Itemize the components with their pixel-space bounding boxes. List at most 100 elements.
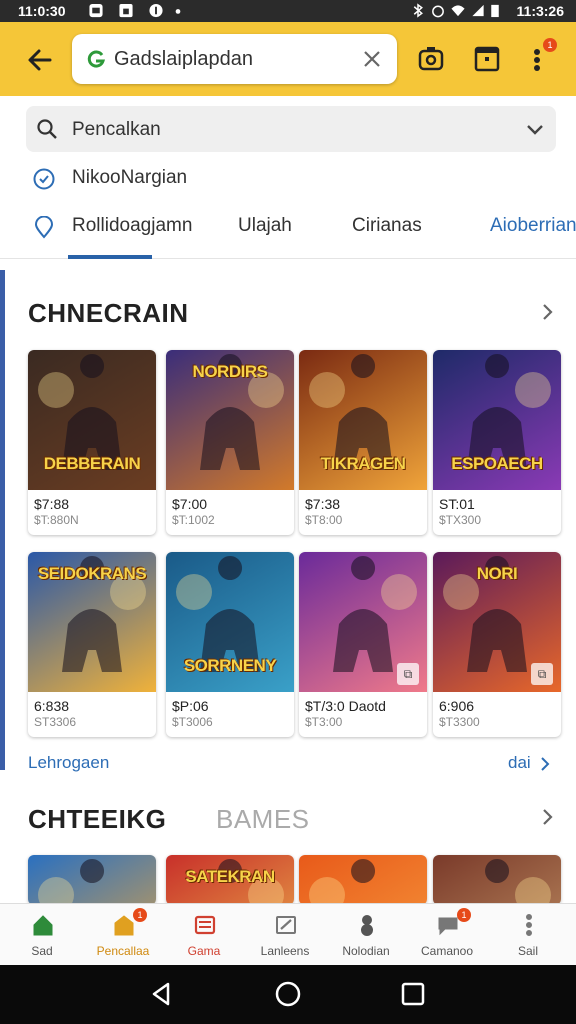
game-card[interactable]: TIKRAGEN $7:38 $T8:00 xyxy=(299,350,427,535)
back-icon[interactable] xyxy=(146,979,176,1009)
see-more-link[interactable]: Lehrogaen xyxy=(28,753,109,773)
game-card[interactable]: SORRNENY $P:06 $T3006 xyxy=(166,552,294,737)
game-cover-art: SORRNENY xyxy=(166,552,294,692)
game-cover-art: DEBBERAIN xyxy=(28,350,156,490)
nav-badge: 1 xyxy=(133,908,147,922)
game-card[interactable]: NANBECK xyxy=(299,855,427,905)
chevron-right-icon[interactable] xyxy=(536,806,558,828)
nav-item-lanleens[interactable]: Lanleens xyxy=(245,904,325,966)
gallery-icon: ⧉ xyxy=(397,663,419,685)
game-card[interactable]: NORI 6:906 $T3300 ⧉ xyxy=(433,552,561,737)
game-price: $7:00 xyxy=(172,496,208,512)
search-field[interactable]: Pencalkan xyxy=(26,106,556,152)
search-text: Pencalkan xyxy=(72,119,161,140)
close-icon[interactable] xyxy=(361,48,383,70)
game-cover-art xyxy=(433,855,561,905)
chevron-right-icon[interactable] xyxy=(538,755,552,773)
history-icon xyxy=(33,168,55,190)
game-price: 6:906 xyxy=(439,698,475,714)
home-icon xyxy=(33,915,53,936)
nav-label: Camanoo xyxy=(420,944,474,958)
game-price: 6:838 xyxy=(34,698,70,714)
nav-label: Pencallaa xyxy=(96,944,150,958)
game-card[interactable]: NORDIRS $7:00 $T:1002 xyxy=(166,350,294,535)
nav-item-gama[interactable]: Gama xyxy=(164,904,244,966)
chevron-right-icon[interactable] xyxy=(536,301,558,323)
notification-badge: 1 xyxy=(543,38,557,52)
game-subtitle: $T3300 xyxy=(439,715,480,729)
location-icon xyxy=(34,216,54,239)
section-subtitle: BAMES xyxy=(216,804,310,834)
tab-ulajah[interactable]: Ulajah xyxy=(238,215,292,237)
home-button-icon[interactable] xyxy=(273,979,303,1009)
category-tabs: Rollidoagjamn Ulajah Cirianas Aioberrian xyxy=(0,205,576,259)
tab-rollidoagjamn[interactable]: Rollidoagjamn xyxy=(72,215,192,237)
game-price: $P:06 xyxy=(172,698,209,714)
nav-label: Lanleens xyxy=(260,944,310,958)
character-figure xyxy=(309,859,376,905)
game-cover-art: SEIDOKRANS xyxy=(28,552,156,692)
nav-item-sad[interactable]: Sad xyxy=(2,904,82,966)
nav-item-camanoo[interactable]: Camanoo 1 xyxy=(407,904,487,966)
notification-icon xyxy=(89,3,103,18)
game-subtitle: $T3:00 xyxy=(305,715,343,729)
figure-icon xyxy=(361,915,373,936)
url-bar[interactable]: Gadslaiplapdan xyxy=(72,34,397,84)
game-card[interactable]: ESPOAECH ST:01 $TX300 xyxy=(433,350,561,535)
nav-label: Sad xyxy=(31,944,53,958)
game-cover-title: ESPOAECH xyxy=(451,454,543,473)
next-link[interactable]: dai xyxy=(508,753,531,773)
nav-label: Sail xyxy=(517,944,538,958)
game-subtitle: $T8:00 xyxy=(305,513,343,527)
game-card[interactable]: ANAKEIN xyxy=(28,855,156,905)
game-subtitle: ST3306 xyxy=(34,715,77,729)
game-card[interactable]: $T/3:0 Daotd $T3:00 ⧉ xyxy=(299,552,427,737)
nav-item-sail[interactable]: Sail xyxy=(488,904,568,966)
game-card[interactable] xyxy=(433,855,561,905)
recent-item-label: NikooNargian xyxy=(72,167,188,188)
active-tab-indicator xyxy=(68,255,152,259)
dot-icon xyxy=(175,9,181,14)
edit-icon xyxy=(276,916,296,934)
back-arrow-icon[interactable] xyxy=(22,42,58,78)
game-card[interactable]: DEBBERAIN $7:88 $T:880N xyxy=(28,350,156,535)
game-cover-title: DEBBERAIN xyxy=(43,454,141,473)
status-time: 11:0:30 xyxy=(18,3,66,19)
camera-icon[interactable] xyxy=(416,44,446,74)
game-subtitle: $TX300 xyxy=(439,513,482,527)
info-icon xyxy=(149,3,163,18)
nav-item-pencallaa[interactable]: Pencallaa 1 xyxy=(83,904,163,966)
url-text: Gadslaiplapdan xyxy=(114,48,253,70)
game-cover-art: SATEKRAN xyxy=(166,855,294,905)
game-price: $7:88 xyxy=(34,496,70,512)
top-app-bar: Gadslaiplapdan 1 xyxy=(0,22,576,96)
left-accent-bar xyxy=(0,270,5,770)
game-price: $T/3:0 Daotd xyxy=(305,698,386,714)
games-icon xyxy=(194,915,216,935)
game-card[interactable]: SEIDOKRANS 6:838 ST3306 xyxy=(28,552,156,737)
nav-item-nolodian[interactable]: Nolodian xyxy=(326,904,406,966)
signal-icon xyxy=(472,4,484,17)
tab-cirianas[interactable]: Cirianas xyxy=(352,215,422,237)
game-cover-title: NORDIRS xyxy=(192,362,268,381)
character-figure xyxy=(38,859,105,905)
alarm-icon xyxy=(432,5,444,18)
recents-icon[interactable] xyxy=(398,979,428,1009)
game-price: $7:38 xyxy=(305,496,341,512)
status-time-right: 11:3:26 xyxy=(516,3,564,19)
image-icon xyxy=(119,3,133,18)
chevron-down-icon[interactable] xyxy=(524,118,546,140)
tabs-icon[interactable] xyxy=(472,44,502,74)
game-card[interactable]: SATEKRAN xyxy=(166,855,294,905)
game-cover-title: NORI xyxy=(476,564,518,583)
nav-label: Gama xyxy=(187,944,221,958)
game-price: ST:01 xyxy=(439,496,475,512)
tab-aioberrian[interactable]: Aioberrian xyxy=(490,215,576,237)
more-icon xyxy=(526,914,532,936)
section-title: CHNECRAIN xyxy=(28,298,189,328)
section-title: CHTEEIKG xyxy=(28,804,167,834)
status-bar: 11:0:30 11:3:26 xyxy=(0,0,576,22)
game-subtitle: $T:1002 xyxy=(172,513,215,527)
system-navigation-bar xyxy=(0,965,576,1024)
search-icon xyxy=(37,119,57,139)
